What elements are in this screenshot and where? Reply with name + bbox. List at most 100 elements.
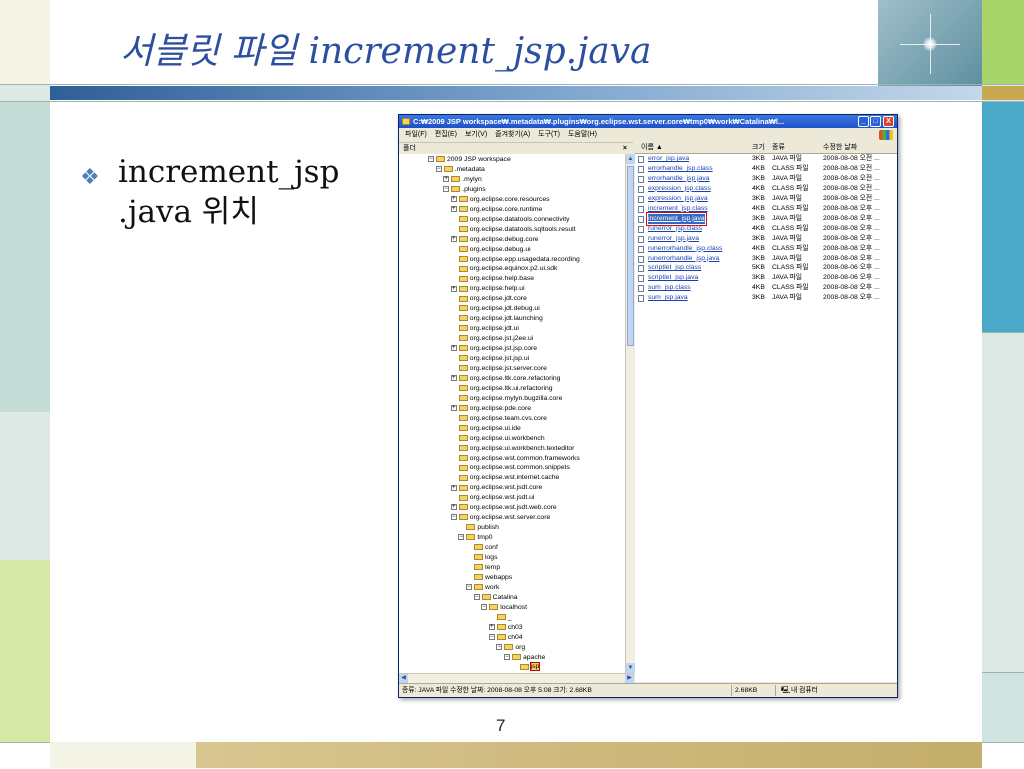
tree-item[interactable]: org.eclipse.wst.common.frameworks (451, 454, 580, 464)
menu-view[interactable]: 보기(V) (465, 131, 487, 138)
file-row[interactable]: scriptlet_jsp.class 5KB CLASS 파일 2008-08-06… (635, 263, 897, 273)
tree-item[interactable]: org.eclipse.ui.workbench (451, 434, 545, 444)
file-row[interactable]: runerror_jsp.java 3KB JAVA 파일 2008-08-08 오후… (635, 234, 897, 244)
tree-item[interactable]: org.eclipse.jdt.ui (451, 324, 519, 334)
tree-item[interactable]: + .mylyn (443, 175, 482, 185)
menu-tools[interactable]: 도구(T) (538, 131, 560, 138)
close-button[interactable]: X (883, 116, 894, 127)
tree-item[interactable]: + org.eclipse.core.resources (450, 195, 550, 205)
tree-expander-icon[interactable]: − (496, 643, 503, 650)
tree-item[interactable]: org.eclipse.datatools.connectivity (451, 215, 570, 225)
menu-file[interactable]: 파일(F) (405, 131, 427, 138)
tree-horizontal-scrollbar[interactable]: ◀ ▶ (399, 673, 634, 683)
tree-item[interactable]: org.eclipse.epp.usagedata.recording (451, 255, 580, 265)
tree-item[interactable]: + org.eclipse.ltk.core.refactoring (450, 374, 560, 384)
tree-item[interactable]: − .plugins (443, 185, 486, 195)
tree-item[interactable]: − work (466, 583, 499, 593)
tree-expander-icon[interactable]: + (443, 176, 450, 183)
column-name[interactable]: 이름 ▲ (641, 142, 663, 153)
tree-expander-icon[interactable]: + (450, 404, 457, 411)
file-row[interactable]: expression_jsp.class 4KB CLASS 파일 2008-08-0… (635, 184, 897, 194)
tree-expander-icon[interactable]: + (450, 375, 457, 382)
scroll-right-icon[interactable]: ▶ (625, 674, 634, 683)
tree-item[interactable]: _ (489, 613, 512, 623)
file-row[interactable]: sum_jsp.class 4KB CLASS 파일 2008-08-08 오후 ..… (635, 283, 897, 293)
file-row[interactable]: errorhandle_jsp.class 4KB CLASS 파일 2008-08-… (635, 164, 897, 174)
tree-item[interactable]: org.eclipse.ui.ide (451, 424, 521, 434)
tree-item[interactable]: org.eclipse.jst.jsp.ui (451, 354, 529, 364)
file-row[interactable]: error_jsp.java 3KB JAVA 파일 2008-08-08 오전 ..… (635, 154, 897, 164)
file-row[interactable]: runerrorhandle_jsp.java 3KB JAVA 파일 2008-08… (635, 254, 897, 264)
tree-item[interactable]: org.eclipse.mylyn.bugzilla.core (451, 394, 562, 404)
tree-item[interactable]: webapps (466, 573, 512, 583)
tree-item[interactable]: org.eclipse.help.base (451, 274, 534, 284)
scrollbar-thumb[interactable] (627, 166, 634, 346)
tree-expander-icon[interactable]: + (450, 345, 457, 352)
menu-favorites[interactable]: 즐겨찾기(A) (495, 131, 530, 138)
tree-expander-icon[interactable]: − (443, 186, 450, 193)
tree-expander-icon[interactable]: + (450, 235, 457, 242)
tree-expander-icon[interactable]: − (435, 166, 442, 173)
file-row[interactable]: increment_jsp.java 3KB JAVA 파일 2008-08-08 오… (635, 211, 897, 226)
column-modified[interactable]: 수정한 날짜 (823, 142, 857, 153)
window-titlebar[interactable]: C:₩2009 JSP workspace₩.metadata₩.plugins… (399, 115, 897, 128)
tree-expander-icon[interactable]: + (450, 504, 457, 511)
tree-item[interactable]: org.eclipse.wst.common.snippets (451, 463, 570, 473)
tree-item[interactable]: − org.eclipse.wst.server.core (450, 513, 550, 523)
menu-edit[interactable]: 편집(E) (435, 131, 457, 138)
tree-expander-icon[interactable]: − (504, 653, 510, 660)
tree-item[interactable]: org.eclipse.team.cvs.core (451, 414, 547, 424)
minimize-button[interactable]: _ (858, 116, 869, 127)
tree-expander-icon[interactable]: + (450, 484, 457, 491)
tree-expander-icon[interactable]: + (450, 205, 457, 212)
file-row[interactable]: sum_jsp.java 3KB JAVA 파일 2008-08-08 오후 ... (635, 293, 897, 303)
tree-item[interactable]: org.eclipse.wst.internet.cache (451, 473, 559, 483)
tree-expander-icon[interactable]: − (473, 594, 480, 600)
tree-item[interactable]: org.eclipse.equinox.p2.ui.sdk (451, 264, 557, 274)
tree-item[interactable]: + ch03 (488, 623, 523, 633)
scroll-left-icon[interactable]: ◀ (399, 674, 408, 683)
file-row[interactable]: increment_jsp.class 4KB CLASS 파일 2008-08-08… (635, 204, 897, 214)
tree-item[interactable]: temp (466, 563, 500, 573)
tree-expander-icon[interactable]: − (450, 514, 457, 521)
menu-help[interactable]: 도움말(H) (568, 131, 597, 138)
tree-item[interactable]: logs (466, 553, 497, 563)
tree-expander-icon[interactable]: − (458, 534, 465, 541)
scroll-down-icon[interactable]: ▼ (626, 663, 635, 673)
tree-item[interactable]: + org.eclipse.pde.core (450, 404, 531, 414)
tree-item[interactable]: − 2009 JSP workspace (428, 155, 511, 165)
tree-item[interactable]: + org.eclipse.debug.core (450, 235, 539, 245)
tree-item[interactable]: + org.eclipse.jst.jsp.core (450, 344, 537, 354)
tree-item[interactable]: jsp (512, 662, 541, 672)
tree-expander-icon[interactable]: − (488, 633, 495, 640)
tree-item[interactable]: − apache (504, 653, 545, 663)
tree-expander-icon[interactable]: − (481, 603, 488, 610)
file-row[interactable]: runerrorhandle_jsp.class 4KB CLASS 파일 2008-… (635, 244, 897, 254)
tree-item[interactable]: publish (458, 523, 499, 533)
tree-item[interactable]: org.eclipse.ui.workbench.texteditor (451, 444, 574, 454)
tree-item[interactable]: + org.eclipse.help.ui (450, 284, 525, 294)
tree-item[interactable]: org.eclipse.ltk.ui.refactoring (451, 384, 553, 394)
file-row[interactable]: errorhandle_jsp.java 3KB JAVA 파일 2008-08-08… (635, 174, 897, 184)
column-type[interactable]: 종류 (772, 142, 785, 153)
tree-item[interactable]: org.eclipse.jdt.core (451, 294, 527, 304)
tree-item[interactable]: org.eclipse.debug.ui (451, 245, 531, 255)
tree-item[interactable]: − ch04 (488, 633, 523, 643)
file-row[interactable]: expression_jsp.java 3KB JAVA 파일 2008-08-08 … (635, 194, 897, 204)
tree-item[interactable]: conf (466, 543, 498, 553)
file-row[interactable]: runerror_jsp.class 4KB CLASS 파일 2008-08-08 … (635, 224, 897, 234)
scroll-up-icon[interactable]: ▲ (626, 154, 635, 164)
file-row[interactable]: scriptlet_jsp.java 3KB JAVA 파일 2008-08-06 오… (635, 273, 897, 283)
tree-item[interactable]: − org (496, 643, 525, 653)
tree-item[interactable]: − localhost (481, 603, 527, 613)
column-size[interactable]: 크기 (752, 142, 765, 153)
tree-item[interactable]: org.eclipse.datatools.sqltools.result (451, 225, 576, 235)
tree-item[interactable]: org.eclipse.jdt.launching (451, 314, 543, 324)
tree-vertical-scrollbar[interactable]: ▲ ▼ (625, 154, 635, 673)
tree-expander-icon[interactable]: + (450, 196, 457, 202)
tree-item[interactable]: org.eclipse.wst.jsdt.ui (451, 493, 534, 503)
tree-expander-icon[interactable]: + (488, 623, 495, 630)
tree-item[interactable]: + org.eclipse.wst.jsdt.core (450, 483, 542, 493)
tree-expander-icon[interactable]: − (428, 156, 434, 163)
tree-item[interactable]: − .metadata (435, 165, 485, 175)
